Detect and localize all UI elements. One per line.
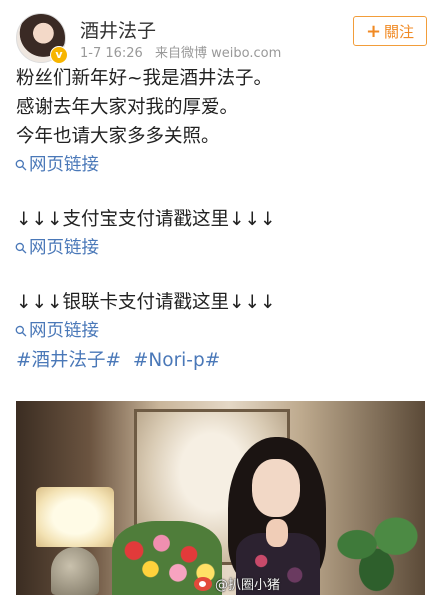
post-text-line: 今年也请大家多多关照。 bbox=[16, 126, 220, 147]
lamp bbox=[36, 487, 114, 547]
web-link-label: 网页链接 bbox=[29, 155, 99, 175]
web-link-label: 网页链接 bbox=[29, 321, 99, 341]
watermark: @扒圈小猪 bbox=[194, 574, 280, 593]
web-link-label: 网页链接 bbox=[29, 238, 99, 258]
plus-icon: + bbox=[365, 20, 382, 42]
follow-label: 關注 bbox=[384, 22, 415, 41]
hashtag[interactable]: #Nori-p# bbox=[133, 350, 220, 371]
post-text-line: 粉丝们新年好~我是酒井法子。 bbox=[16, 68, 273, 89]
follow-button[interactable]: + 關注 bbox=[353, 16, 427, 46]
post-source: 来自微博 weibo.com bbox=[154, 46, 282, 61]
weibo-logo-icon bbox=[194, 576, 212, 591]
post-photo[interactable]: @扒圈小猪 bbox=[16, 401, 425, 595]
alipay-line: ↓↓↓支付宝支付请戳这里↓↓↓ bbox=[16, 209, 276, 230]
unionpay-line: ↓↓↓银联卡支付请戳这里↓↓↓ bbox=[16, 292, 276, 313]
username[interactable]: 酒井法子 bbox=[80, 16, 156, 43]
web-link[interactable]: ⚲ 网页链接 bbox=[11, 317, 426, 346]
post-meta: 1-7 16:26 来自微博 weibo.com bbox=[80, 42, 289, 61]
post-date: 1-7 16:26 bbox=[80, 46, 143, 61]
person bbox=[222, 437, 332, 595]
web-link[interactable]: ⚲ 网页链接 bbox=[11, 234, 426, 263]
hashtags: #酒井法子# #Nori-p# bbox=[16, 346, 426, 375]
verified-badge-icon: v bbox=[50, 46, 68, 64]
hashtag[interactable]: #酒井法子# bbox=[16, 350, 121, 371]
web-link[interactable]: ⚲ 网页链接 bbox=[11, 151, 426, 180]
post-header: v 酒井法子 1-7 16:26 来自微博 weibo.com + 關注 bbox=[0, 0, 440, 66]
plant bbox=[328, 511, 425, 595]
post-content: 粉丝们新年好~我是酒井法子。 感谢去年大家对我的厚爱。 今年也请大家多多关照。 … bbox=[11, 64, 426, 375]
lamp-base bbox=[51, 547, 99, 595]
watermark-text: @扒圈小猪 bbox=[215, 578, 281, 593]
post-text-line: 感谢去年大家对我的厚爱。 bbox=[16, 97, 239, 118]
